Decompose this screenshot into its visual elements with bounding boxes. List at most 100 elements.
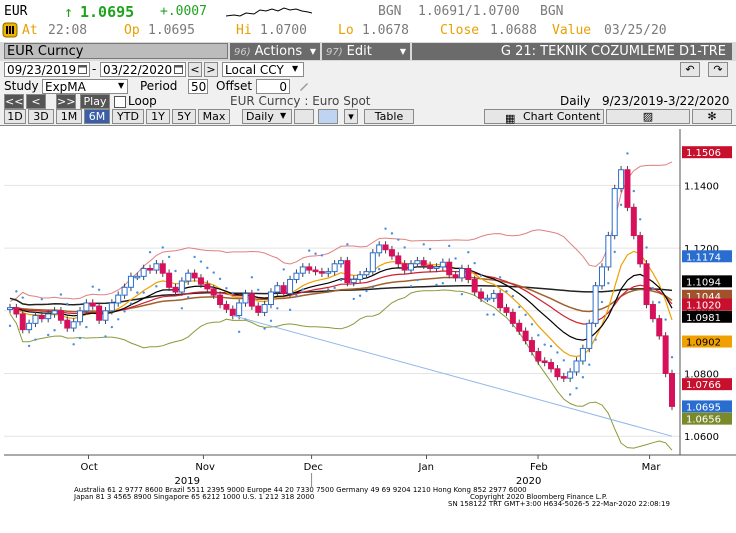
price-chart[interactable]: 1.14001.12001.10001.08001.06001.15061.11… xyxy=(0,125,736,530)
x-tick-label: Oct xyxy=(81,462,98,473)
candle-body xyxy=(255,305,262,313)
period-button-5y[interactable]: 5Y xyxy=(172,109,196,124)
security-field[interactable]: EUR Curncy xyxy=(4,43,228,59)
candle-body xyxy=(108,302,115,312)
candle-body xyxy=(516,322,523,332)
loop-checkbox[interactable] xyxy=(114,96,126,108)
close-label: Close xyxy=(440,23,480,38)
candle-body xyxy=(452,274,459,279)
sar-dot xyxy=(397,238,400,241)
period-label: Period xyxy=(140,79,178,93)
next-period-button[interactable]: > xyxy=(204,62,218,77)
candle-body xyxy=(45,313,52,320)
study-select[interactable]: ExpMA xyxy=(42,79,128,94)
step-back-button[interactable]: < xyxy=(26,94,46,109)
study-row: Study ExpMA ▼ Period 50 Offset 0 xyxy=(0,79,736,94)
period-button-max[interactable]: Max xyxy=(198,109,230,124)
play-button[interactable]: Play xyxy=(80,94,110,109)
rewind-button[interactable]: << xyxy=(4,94,24,109)
cursor-button[interactable] xyxy=(318,109,338,124)
alert-icon[interactable] xyxy=(2,22,18,38)
calendar-icon[interactable] xyxy=(78,65,87,74)
candle-body xyxy=(127,275,134,288)
sar-dot xyxy=(136,291,139,294)
sar-dot xyxy=(15,290,18,293)
sar-dot xyxy=(148,250,152,254)
candle-body xyxy=(465,267,472,280)
price-label-text: 1.0981 xyxy=(686,313,721,324)
chart-area[interactable]: 1.14001.12001.10001.08001.06001.15061.11… xyxy=(0,125,736,530)
sar-dot xyxy=(250,276,254,279)
period-field[interactable]: 50 xyxy=(188,79,208,94)
sar-dot xyxy=(123,310,126,313)
candle-body xyxy=(408,263,415,271)
period-button-3d[interactable]: 3D xyxy=(28,109,54,124)
sar-dot xyxy=(218,277,222,281)
sar-dot xyxy=(384,227,387,230)
sar-dot xyxy=(269,319,273,323)
launchpad-toolbar: EUR Curncy 96) Actions ▼ 97) Edit ▼ G 21: … xyxy=(0,42,736,61)
offset-field[interactable]: 0 xyxy=(256,79,290,94)
close-value: 1.0688 xyxy=(490,23,537,38)
sar-dot xyxy=(225,287,228,290)
price-label-text: 1.1020 xyxy=(686,301,721,312)
fast-forward-button[interactable]: >> xyxy=(56,94,76,109)
candle-body xyxy=(439,261,446,268)
candle-body xyxy=(624,169,631,208)
candle-body xyxy=(121,286,128,296)
date-range-row: 09/23/2019 - 03/22/2020 < > Local CCY ▼ … xyxy=(0,61,736,79)
sar-dot xyxy=(167,255,171,259)
open-value: 1.0695 xyxy=(148,23,195,38)
quote-header: EUR ↑ 1.0695 +.0007 BGN 1.0691/1.0700 BG… xyxy=(0,0,736,42)
sar-dot xyxy=(441,282,445,285)
value-label: Value xyxy=(552,23,592,38)
sar-dot xyxy=(422,243,425,246)
sar-dot xyxy=(435,283,438,286)
chevron-down-icon: ▼ xyxy=(309,47,316,56)
candle-body xyxy=(669,373,675,407)
undo-button[interactable]: ↶ xyxy=(680,62,700,77)
settings-button[interactable]: ✻ xyxy=(692,109,732,124)
sar-dot xyxy=(257,288,260,292)
sar-dot xyxy=(327,288,330,291)
period-button-1m[interactable]: 1M xyxy=(56,109,82,124)
sar-dot xyxy=(333,286,336,290)
security-description: EUR Curncy : Euro Spot xyxy=(230,94,371,108)
candle-body xyxy=(414,260,421,265)
candle-body xyxy=(605,235,612,268)
candle-body xyxy=(191,272,198,279)
table-button[interactable]: Table xyxy=(364,109,414,124)
sar-dot xyxy=(346,243,349,246)
sar-dot xyxy=(518,305,521,309)
compare-button[interactable] xyxy=(294,109,314,124)
candle-body xyxy=(7,307,13,311)
open-label: Op xyxy=(124,23,140,38)
edit-menu-button[interactable]: 97) Edit ▼ xyxy=(322,43,410,60)
sar-dot xyxy=(651,287,655,290)
period-button-1y[interactable]: 1Y xyxy=(146,109,170,124)
pencil-icon[interactable] xyxy=(298,80,310,92)
period-button-6m[interactable]: 6M xyxy=(84,109,110,124)
actions-menu-button[interactable]: 96) Actions ▼ xyxy=(230,43,320,60)
sar-dot xyxy=(288,308,292,312)
candle-body xyxy=(471,278,478,293)
chart-content-button[interactable]: ▦ Chart Content xyxy=(484,109,604,125)
redo-button[interactable]: ↷ xyxy=(708,62,728,77)
period-button-1d[interactable]: 1D xyxy=(4,109,26,124)
candle-body xyxy=(446,261,453,276)
draw-tool-button[interactable]: ▨ xyxy=(606,109,690,124)
candle-body xyxy=(567,371,574,379)
sar-dot xyxy=(263,327,266,330)
sar-dot xyxy=(479,274,483,277)
period-button-ytd[interactable]: YTD xyxy=(112,109,144,124)
sar-dot xyxy=(129,302,133,305)
candle-body xyxy=(649,304,656,320)
sar-dot xyxy=(428,247,432,251)
page-title: G 21: TEKNIK COZUMLEME D1-TRE xyxy=(412,43,732,60)
price-label-text: 1.0766 xyxy=(686,380,721,391)
sar-dot xyxy=(231,291,234,295)
calendar-icon[interactable] xyxy=(174,65,183,74)
more-options-button[interactable]: ▾ xyxy=(344,109,358,124)
prev-period-button[interactable]: < xyxy=(188,62,202,77)
candle-body xyxy=(484,297,491,301)
